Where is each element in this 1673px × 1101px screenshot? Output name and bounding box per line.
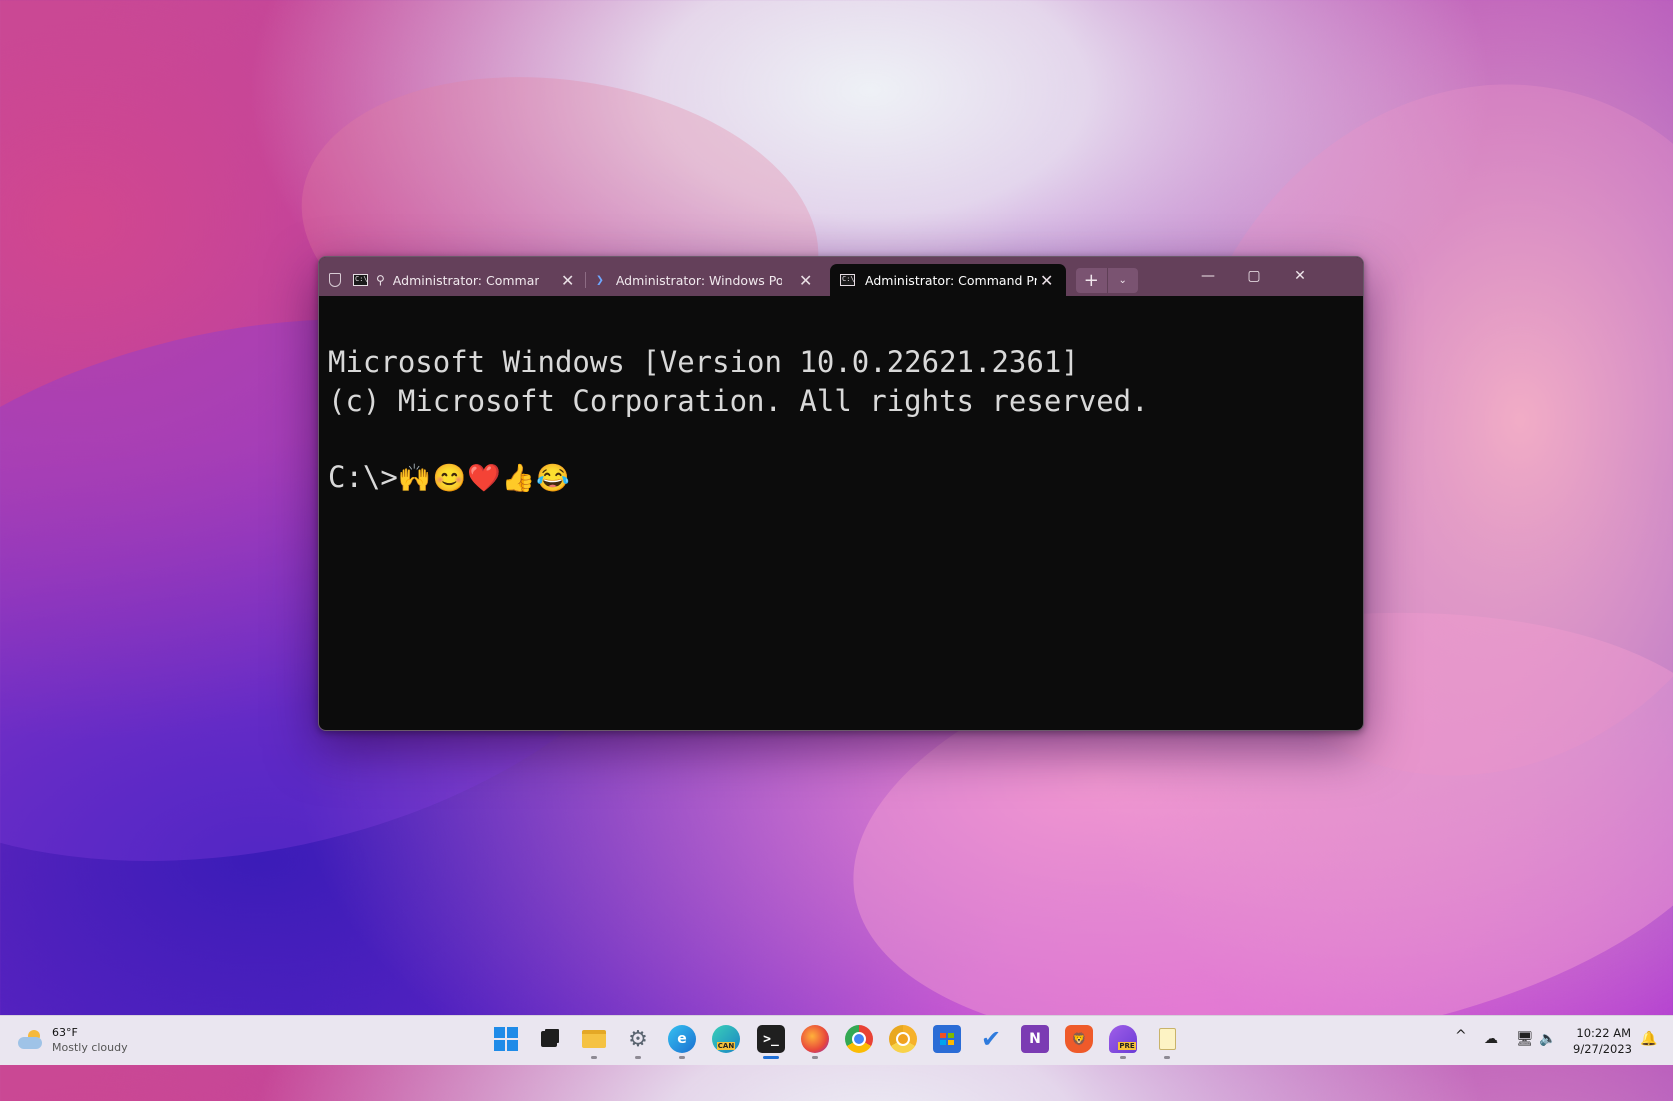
tab-close-button[interactable]: ✕ [561, 271, 574, 290]
terminal-icon[interactable]: >_ [757, 1025, 785, 1053]
network-icon[interactable]: 🖥 [1516, 1031, 1534, 1047]
running-indicator [1164, 1056, 1170, 1059]
tab-label: Administrator: Windows Power [615, 272, 782, 288]
tab-command-prompt-1[interactable]: C:\ ⚲ Administrator: Command P ✕ [353, 264, 577, 296]
volume-icon[interactable]: 🔈 [1539, 1031, 1556, 1047]
clock-time: 10:22 AM [1576, 1026, 1631, 1040]
minimize-button[interactable]: — [1185, 261, 1231, 291]
prompt-input-emojis: 🙌😊❤️👍😂 [397, 463, 571, 494]
clock-date: 9/27/2023 [1573, 1042, 1632, 1056]
checkmark-icon[interactable]: ✔ [977, 1025, 1005, 1053]
powershell-icon: ❯ [596, 272, 604, 288]
maximize-button[interactable]: ▢ [1231, 261, 1277, 291]
gear-icon[interactable]: ⚙ [624, 1025, 652, 1053]
tab-label: Administrator: Command P [392, 272, 539, 288]
running-indicator [679, 1056, 685, 1059]
dev-home-icon[interactable]: PRE [1109, 1025, 1137, 1053]
brave-icon[interactable]: 🦁 [1065, 1025, 1093, 1053]
console-line: Microsoft Windows [Version 10.0.22621.23… [328, 345, 1079, 379]
onedrive-cloud-icon[interactable]: ☁ [1484, 1031, 1498, 1047]
tab-close-button[interactable]: ✕ [799, 271, 812, 290]
firefox-icon[interactable] [801, 1025, 829, 1053]
prompt-line: C:\>🙌😊❤️👍😂 [328, 458, 1363, 498]
tab-command-prompt-active[interactable]: C:\ Administrator: Command Pro ✕ [830, 264, 1066, 296]
title-bar[interactable]: C:\ ⚲ Administrator: Command P ✕ ❯ Admin… [319, 257, 1363, 296]
cmd-icon: C:\ [840, 274, 855, 286]
edge-canary-icon[interactable]: CAN [712, 1025, 740, 1053]
active-indicator [763, 1056, 779, 1059]
running-indicator [635, 1056, 641, 1059]
shield-icon [329, 273, 341, 287]
notification-bell-icon[interactable]: 🔔 [1640, 1031, 1657, 1047]
show-hidden-icons-chevron-icon[interactable]: ^ [1455, 1028, 1467, 1044]
tab-separator [585, 272, 586, 288]
tab-close-button[interactable]: ✕ [1040, 271, 1053, 290]
terminal-window[interactable]: C:\ ⚲ Administrator: Command P ✕ ❯ Admin… [318, 256, 1364, 731]
clock[interactable]: 10:22 AM 9/27/2023 [1573, 1025, 1632, 1057]
store-icon[interactable] [933, 1025, 961, 1053]
tab-windows-powershell[interactable]: ❯ Administrator: Windows Power ✕ [596, 264, 820, 296]
weather-cloudy-icon [18, 1030, 44, 1050]
running-indicator [812, 1056, 818, 1059]
running-indicator [591, 1056, 597, 1059]
taskbar: 63°F Mostly cloudy ⚙ e CAN >_ ✔ N 🦁 PRE … [0, 1015, 1673, 1065]
new-tab-group: + ⌄ [1076, 268, 1138, 293]
prompt: C:\> [328, 460, 398, 494]
running-indicator [1120, 1056, 1126, 1059]
console-output[interactable]: Microsoft Windows [Version 10.0.22621.23… [328, 304, 1363, 576]
tab-label: Administrator: Command Pro [865, 272, 1037, 288]
close-window-button[interactable]: ✕ [1277, 261, 1323, 291]
tab-dropdown-button[interactable]: ⌄ [1106, 268, 1139, 293]
folder-icon[interactable] [580, 1025, 608, 1053]
weather-widget[interactable]: 63°F Mostly cloudy [18, 1025, 128, 1055]
console-line: (c) Microsoft Corporation. All rights re… [328, 384, 1149, 418]
chrome-canary-icon[interactable] [889, 1025, 917, 1053]
chrome-icon[interactable] [845, 1025, 873, 1053]
edge-icon[interactable]: e [668, 1025, 696, 1053]
weather-temperature: 63°F [52, 1026, 78, 1039]
weather-condition: Mostly cloudy [52, 1041, 128, 1054]
notepad-icon[interactable] [1153, 1025, 1181, 1053]
task-view-icon[interactable] [535, 1025, 563, 1053]
new-tab-button[interactable]: + [1076, 268, 1107, 293]
admin-icon: ⚲ [376, 273, 385, 287]
cmd-icon: C:\ [353, 274, 368, 286]
onenote-icon[interactable]: N [1021, 1025, 1049, 1053]
windows-start-icon[interactable] [492, 1025, 520, 1053]
